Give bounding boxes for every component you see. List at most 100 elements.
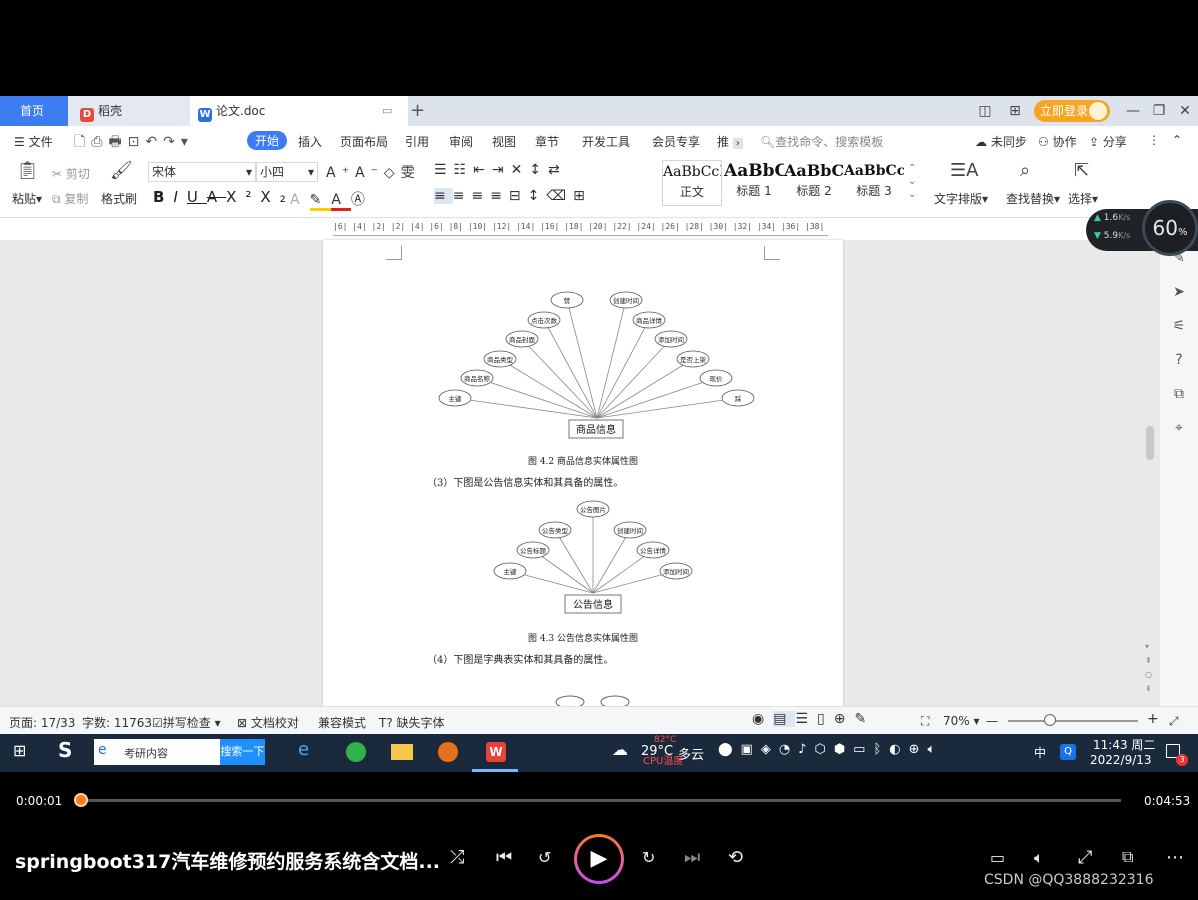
share-button[interactable]: ⇪ 分享 bbox=[1089, 133, 1127, 150]
command-search[interactable]: 🔍︎查找命令、搜索模板 bbox=[760, 133, 883, 150]
volume-icon[interactable]: 🔈︎ bbox=[1034, 848, 1044, 868]
missing-font-button[interactable]: T? 缺失字体 bbox=[379, 714, 445, 731]
taskbar-search-button[interactable]: 搜索一下 bbox=[220, 739, 265, 765]
zoom-in-icon[interactable]: + bbox=[1147, 711, 1159, 727]
shuffle-icon[interactable]: ⤮ bbox=[450, 847, 464, 868]
zoom-fit-icon[interactable]: ⛶ bbox=[921, 714, 929, 729]
edge-ie-icon[interactable]: e bbox=[298, 739, 309, 760]
image-icon[interactable]: ⧉ bbox=[1170, 386, 1188, 404]
layout-icon[interactable]: ◫ bbox=[972, 96, 998, 126]
zoom-out-icon[interactable]: — bbox=[986, 714, 998, 728]
style-heading-1[interactable]: AaBbC 标题 1 bbox=[724, 160, 784, 206]
font-size-select[interactable]: 小四 ▾ bbox=[256, 162, 318, 182]
text-layout-icon[interactable]: ☰A bbox=[950, 160, 978, 181]
app-s-icon[interactable]: S bbox=[58, 738, 72, 762]
format-painter-button[interactable]: 格式刷 bbox=[101, 190, 137, 207]
font-size-tools[interactable]: A⁺A⁻◇雯 bbox=[326, 162, 421, 182]
help-icon[interactable]: ? bbox=[1170, 352, 1188, 370]
play-button[interactable]: ▶ bbox=[574, 834, 624, 884]
taskbar-search-input[interactable]: e 考研内容 bbox=[94, 739, 220, 765]
tab-daoke[interactable]: D 稻壳 bbox=[68, 96, 190, 126]
word-count[interactable]: 字数: 11763 bbox=[82, 714, 152, 731]
copy-button[interactable]: ⧉ 复制 bbox=[52, 190, 88, 207]
text-layout-button[interactable]: 文字排版▾ bbox=[934, 190, 988, 207]
restore-icon[interactable]: ❐ bbox=[1146, 96, 1172, 126]
repeat-icon[interactable]: ⟲ bbox=[728, 847, 743, 868]
menu-review[interactable]: 审阅 bbox=[449, 133, 473, 150]
rewind-10-icon[interactable]: ↺ bbox=[538, 848, 551, 867]
style-heading-2[interactable]: AaBbC 标题 2 bbox=[784, 160, 844, 206]
view-mode-icons[interactable]: ◉▤☰▯⊕✎ bbox=[752, 711, 875, 727]
collab-button[interactable]: ⚇ 协作 bbox=[1038, 133, 1077, 150]
login-button[interactable]: 立即登录 bbox=[1034, 100, 1110, 122]
font-family-select[interactable]: 宋体 ▾ bbox=[148, 162, 256, 182]
app-orange-icon[interactable] bbox=[438, 742, 458, 762]
more-icon[interactable]: ⋯ bbox=[1166, 847, 1184, 868]
forward-30-icon[interactable]: ↻ bbox=[642, 848, 655, 867]
progress-bar[interactable] bbox=[73, 793, 1121, 807]
spell-check-button[interactable]: ☑拼写检查 ▾ bbox=[152, 714, 221, 731]
proofread-button[interactable]: ⊠ 文档校对 bbox=[237, 714, 299, 731]
find-replace-button[interactable]: 查找替换▾ bbox=[1006, 190, 1060, 207]
next-icon[interactable]: ⏭ bbox=[684, 847, 700, 868]
horizontal-ruler[interactable]: |6| |4| |2| |2| |4| |6| |8| |10| |12| |1… bbox=[0, 218, 1198, 240]
menu-start[interactable]: 开始 bbox=[247, 131, 288, 150]
styles-scroll-icon[interactable]: ⌃ ⌄ ⌄ bbox=[908, 162, 916, 201]
collapse-icon[interactable]: ⌃ bbox=[1172, 133, 1182, 147]
search-icon[interactable]: ⌕ bbox=[1020, 160, 1030, 181]
close-icon[interactable]: ✕ bbox=[1172, 96, 1198, 126]
format-painter-icon[interactable]: 🖌︎ bbox=[110, 160, 133, 181]
pin-icon[interactable]: ▭ bbox=[382, 96, 392, 126]
style-normal[interactable]: AaBbCcI 正文 bbox=[662, 160, 722, 206]
cut-button[interactable]: ✂ 剪切 bbox=[52, 165, 90, 182]
quick-access-icons[interactable]: 🗋⎙🖶⊡↶↷▾ bbox=[74, 131, 194, 155]
font-style-buttons[interactable]: BIUAX²X₂ bbox=[153, 188, 295, 206]
paste-button[interactable]: 粘贴▾ bbox=[12, 190, 42, 207]
menu-view[interactable]: 视图 bbox=[492, 133, 516, 150]
zoom-slider[interactable] bbox=[1008, 720, 1138, 722]
menu-references[interactable]: 引用 bbox=[405, 133, 429, 150]
page-indicator[interactable]: 页面: 17/33 bbox=[9, 714, 75, 731]
menu-page-layout[interactable]: 页面布局 bbox=[340, 133, 388, 150]
sliders-icon[interactable]: ⚟ bbox=[1170, 318, 1188, 336]
windows-start-icon[interactable]: ⊞ bbox=[13, 741, 26, 760]
pip-icon[interactable]: ⧉ bbox=[1122, 847, 1133, 867]
new-tab-plus-icon[interactable]: + bbox=[410, 96, 425, 126]
zoom-level[interactable]: 70% ▾ bbox=[943, 714, 980, 728]
fullscreen-icon[interactable]: ⤢ bbox=[1078, 847, 1092, 868]
qq-browser-icon[interactable]: Q bbox=[1060, 744, 1076, 760]
menu-member[interactable]: 会员专享 bbox=[652, 133, 700, 150]
list-indent-tools[interactable]: ☰☷⇤⇥✕↕⇄ bbox=[434, 162, 567, 178]
location-icon[interactable]: ⌖ bbox=[1170, 420, 1188, 438]
browser-360-icon[interactable] bbox=[346, 742, 366, 762]
tab-document[interactable]: W 论文.doc ▭ bbox=[190, 96, 408, 126]
previous-icon[interactable]: ⏮ bbox=[496, 847, 512, 868]
progress-handle[interactable] bbox=[73, 793, 88, 807]
more-options-icon[interactable]: ⋮ bbox=[1148, 133, 1160, 147]
file-menu[interactable]: ☰ 文件 bbox=[14, 133, 53, 150]
tab-home[interactable]: 首页 bbox=[0, 96, 68, 126]
file-explorer-icon[interactable] bbox=[391, 744, 413, 760]
cursor-icon[interactable]: ➤ bbox=[1170, 284, 1188, 302]
alignment-tools[interactable]: ≡≡≡≡⊟↕⌫⊞ bbox=[434, 188, 592, 204]
grid-icon[interactable]: ⊞ bbox=[1002, 96, 1028, 126]
subtitles-icon[interactable]: ▭ bbox=[990, 848, 1005, 867]
sync-button[interactable]: ☁ 未同步 bbox=[975, 133, 1027, 150]
clock-time[interactable]: 11:43 周二 bbox=[1093, 736, 1155, 753]
menu-chapter[interactable]: 章节 bbox=[535, 133, 559, 150]
system-tray-icons[interactable]: ⬤▣◈◔♪⬡⬢▭ᛒ◐⊕🔈︎ bbox=[718, 742, 943, 757]
cursor-icon[interactable]: ⇱ bbox=[1074, 160, 1089, 181]
ime-indicator[interactable]: 中 bbox=[1034, 744, 1046, 761]
clock-date[interactable]: 2022/9/13 bbox=[1090, 753, 1152, 767]
font-color-tools[interactable]: A✎AⒶ bbox=[290, 189, 375, 211]
style-heading-3[interactable]: AaBbCcI标题 3 bbox=[844, 160, 904, 206]
zoom-slider-handle[interactable] bbox=[1044, 714, 1056, 726]
menu-developer[interactable]: 开发工具 bbox=[582, 133, 630, 150]
scroll-buttons[interactable]: ▾ ⇞ ○ ⇟ bbox=[1145, 640, 1152, 696]
select-button[interactable]: 选择▾ bbox=[1068, 190, 1098, 207]
minimize-icon[interactable]: — bbox=[1120, 96, 1146, 126]
menu-insert[interactable]: 插入 bbox=[298, 133, 322, 150]
paste-icon[interactable]: 📋︎ bbox=[16, 160, 39, 181]
scrollbar-thumb[interactable] bbox=[1146, 426, 1154, 460]
wps-taskbar-icon[interactable]: W bbox=[486, 742, 506, 762]
